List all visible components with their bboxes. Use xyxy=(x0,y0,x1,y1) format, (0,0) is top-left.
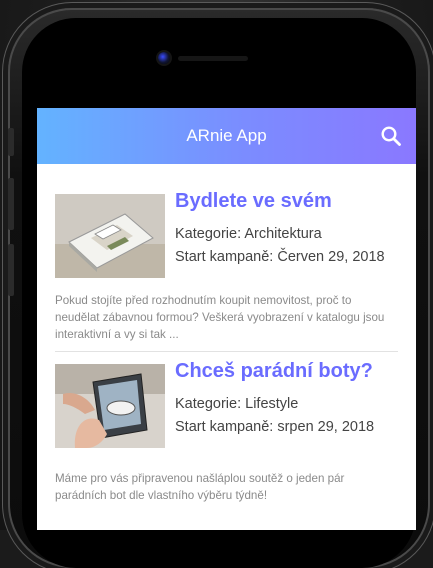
campaign-thumbnail xyxy=(55,194,165,278)
campaign-description: Pokud stojíte před rozhodnutím koupit ne… xyxy=(55,294,385,341)
search-icon[interactable] xyxy=(380,125,402,147)
campaign-title[interactable]: Bydlete ve svém xyxy=(175,190,385,213)
campaign-thumbnail xyxy=(55,364,165,448)
front-camera xyxy=(158,52,170,64)
volume-down-button xyxy=(8,244,14,296)
campaign-card[interactable]: Bydlete ve svém Kategorie: Architektura … xyxy=(55,164,398,352)
campaign-category: Kategorie: Architektura xyxy=(175,226,322,242)
earpiece-speaker xyxy=(178,56,248,61)
campaign-start-date: Start kampaně: Červen 29, 2018 xyxy=(175,249,385,265)
campaign-title[interactable]: Chceš parádní boty? xyxy=(175,360,374,383)
app-screen: ARnie App Bydlete ve svém Kategorie: Arc… xyxy=(37,108,416,530)
mute-switch xyxy=(8,128,14,156)
app-header: ARnie App xyxy=(37,108,416,164)
campaign-feed: Bydlete ve svém Kategorie: Architektura … xyxy=(37,164,416,504)
campaign-card[interactable]: Chceš parádní boty? Kategorie: Lifestyle… xyxy=(55,352,398,504)
campaign-start-date: Start kampaně: srpen 29, 2018 xyxy=(175,419,375,435)
app-title: ARnie App xyxy=(186,126,267,145)
campaign-category: Kategorie: Lifestyle xyxy=(175,396,299,412)
volume-up-button xyxy=(8,178,14,230)
campaign-description: Máme pro vás připravenou našláplou soutě… xyxy=(55,472,345,502)
